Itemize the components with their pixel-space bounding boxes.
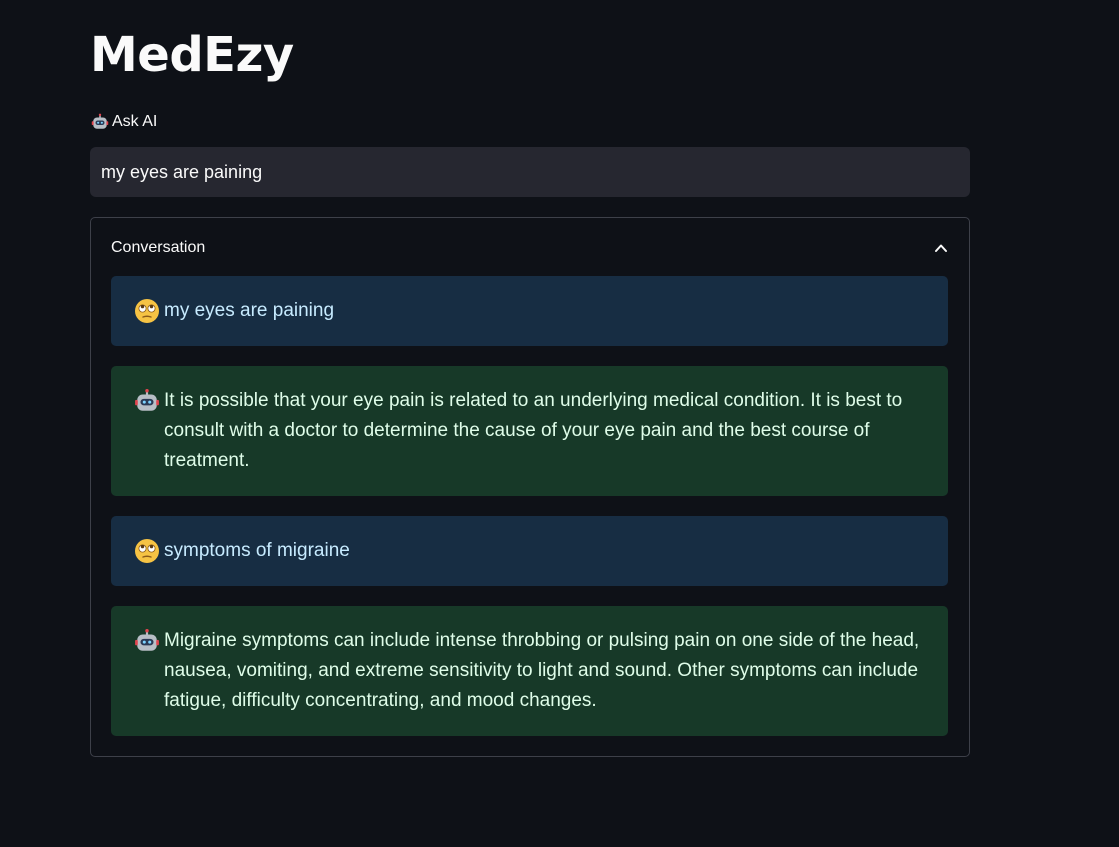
ask-ai-input[interactable] [90,147,970,197]
robot-icon [133,626,161,656]
app-page: MedEzy Ask AI Conversati [0,0,1119,847]
page-title: MedEzy [90,27,294,83]
ask-ai-label-text: Ask AI [112,113,158,130]
message-text: my eyes are paining [164,300,335,321]
user-message: symptoms of migraine [111,516,948,586]
message-text: It is possible that your eye pain is rel… [164,390,903,471]
main-content: MedEzy Ask AI Conversati [90,0,970,757]
ai-message: Migraine symptoms can include intense th… [111,606,948,736]
ask-ai-label: Ask AI [90,112,157,132]
face-with-rolling-eyes-icon [133,536,161,566]
message-text: Migraine symptoms can include intense th… [164,630,920,711]
conversation-title: Conversation [111,239,206,256]
ai-message: It is possible that your eye pain is rel… [111,366,948,496]
user-message: my eyes are paining [111,276,948,346]
face-with-rolling-eyes-icon [133,296,161,326]
ask-ai-input-container [90,147,970,197]
message-text: symptoms of migraine [164,540,350,561]
conversation-expander-header[interactable]: Conversation [111,236,949,260]
conversation-expander: Conversation my eyes are paining It is p… [90,217,970,757]
robot-icon [133,386,161,416]
chevron-up-icon[interactable] [933,240,949,256]
robot-icon [90,112,110,132]
